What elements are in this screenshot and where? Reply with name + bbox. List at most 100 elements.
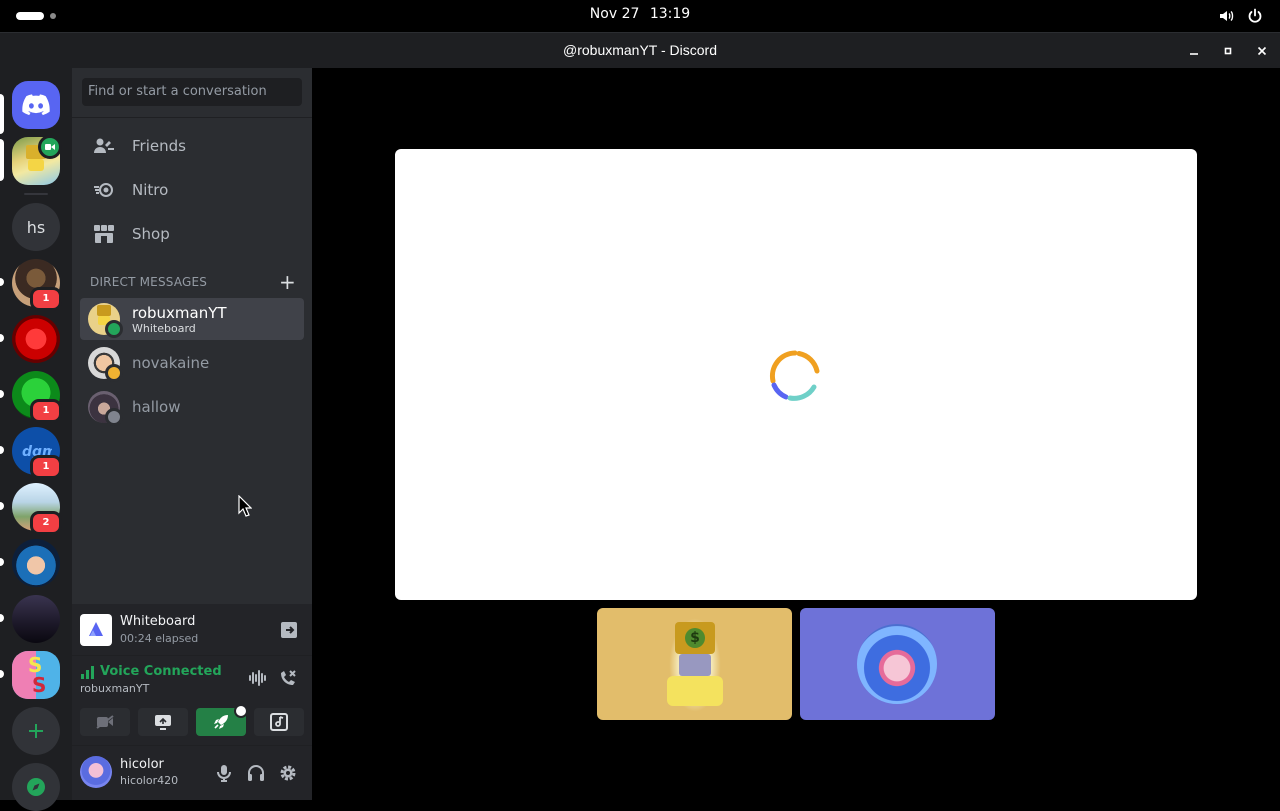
rail-unread-pill [0,334,4,342]
toggle-camera-button[interactable] [80,708,130,736]
voice-connection-panel: Voice Connected robuxmanYT [72,656,312,746]
discord-logo-icon [22,94,50,116]
server-voice-active[interactable] [12,135,62,185]
avatar-body [667,676,723,706]
dm-sidebar: Find or start a conversation Friends Nit… [72,68,312,800]
server-hs[interactable]: hs [12,203,60,251]
idle-status-icon [105,364,123,382]
loading-spinner-icon [769,350,820,401]
rail-unread-pill [0,390,4,398]
server-circus[interactable]: 1 [12,259,62,311]
maximize-icon [1224,47,1232,55]
rail-active-pill [0,139,4,181]
nav-shop[interactable]: Shop [80,213,304,255]
participant-tile-hicolor[interactable] [800,608,995,720]
mouse-cursor-icon [238,495,252,517]
volume-icon[interactable] [1218,8,1234,24]
leave-activity-icon[interactable] [280,621,298,639]
dm-name: robuxmanYT [132,303,227,322]
close-button[interactable] [1252,41,1272,61]
maximize-button[interactable] [1218,41,1238,61]
close-icon [1257,46,1267,56]
server-ss[interactable]: S S [12,651,60,699]
nav-friends[interactable]: Friends [80,125,304,167]
server-anime-girl[interactable] [12,539,60,587]
rail-unread-pill [0,670,4,678]
avatar-head [679,654,711,676]
server-anime-mountains[interactable]: 2 [12,483,62,535]
dm-section-header: DIRECT MESSAGES + [90,272,296,292]
avatar [857,624,937,704]
gear-icon[interactable] [278,763,298,783]
rocket-icon [214,715,228,729]
nav-nitro-label: Nitro [132,181,169,199]
voice-channel-name[interactable]: robuxmanYT [80,682,149,695]
power-icon[interactable] [1247,8,1263,24]
rail-unread-pill [0,446,4,454]
mention-badge: 1 [30,399,62,423]
noise-suppression-icon[interactable] [248,668,268,688]
server-dark-castle[interactable] [12,595,60,643]
offline-status-icon [105,408,123,426]
participant-tile-robuxmanYT[interactable]: $ [597,608,792,720]
plus-icon [29,724,43,738]
call-stage: $ [312,68,1280,800]
signal-icon [81,665,94,679]
activity-panel[interactable]: Whiteboard 00:24 elapsed [72,604,312,656]
clock[interactable]: Nov 27 13:19 [0,6,1280,22]
server-ss-letter-bottom: S [32,673,47,697]
server-red-flower[interactable] [12,315,60,363]
server-dgm[interactable]: dgm 1 [12,427,62,479]
minimize-button[interactable] [1184,41,1204,61]
dollar-sign-icon: $ [685,628,705,648]
home-button[interactable] [12,81,60,129]
user-name[interactable]: hicolor [120,757,164,772]
mention-badge: 1 [30,455,62,479]
online-status-icon [105,320,123,338]
share-screen-button[interactable] [138,708,188,736]
server-green-frog[interactable]: 1 [12,371,62,423]
dm-text: robuxmanYT Whiteboard [132,304,227,335]
activity-elapsed: 00:24 elapsed [120,632,199,645]
microphone-icon[interactable] [214,763,234,783]
dm-name: hallow [132,398,181,416]
dm-hallow[interactable]: hallow [80,386,304,428]
voice-status[interactable]: Voice Connected [80,664,222,679]
search-input[interactable]: Find or start a conversation [82,78,302,106]
shop-icon [94,225,114,243]
whiteboard-app-icon [80,614,112,646]
avatar [88,391,123,426]
server-rail: hs 1 1 dgm 1 2 S S [0,68,72,811]
voice-active-badge [38,135,62,159]
rail-unread-pill [0,614,4,622]
voice-status-label: Voice Connected [100,664,222,679]
nav-nitro[interactable]: Nitro [80,169,304,211]
friends-icon [94,138,114,153]
avatar[interactable] [80,756,112,788]
whiteboard-icon [89,622,103,636]
whiteboard-activity-frame[interactable] [395,149,1197,600]
rail-selected-pill [0,94,4,134]
nav-friends-label: Friends [132,137,186,155]
window-titlebar[interactable]: @robuxmanYT - Discord [0,32,1280,68]
add-server-button[interactable] [12,707,60,755]
mention-badge: 1 [30,287,62,311]
headphones-icon[interactable] [246,763,266,783]
user-tag: hicolor420 [120,774,179,787]
create-dm-plus-icon[interactable]: + [279,272,296,292]
nitro-icon [94,183,113,197]
avatar [88,347,123,382]
server-hs-label: hs [26,217,46,237]
dm-activity: Whiteboard [132,321,196,335]
avatar-hat [97,305,111,316]
disconnect-icon[interactable] [278,668,298,688]
soundboard-button[interactable] [254,708,304,736]
window-title: @robuxmanYT - Discord [563,42,717,58]
nav-shop-label: Shop [132,225,170,243]
minimize-icon [1190,53,1198,55]
activities-button[interactable] [196,704,248,736]
discover-button[interactable] [12,763,60,811]
dm-header-label: DIRECT MESSAGES [90,275,208,289]
dm-novakaine[interactable]: novakaine [80,342,304,384]
dm-robuxmanYT[interactable]: robuxmanYT Whiteboard [80,298,304,340]
